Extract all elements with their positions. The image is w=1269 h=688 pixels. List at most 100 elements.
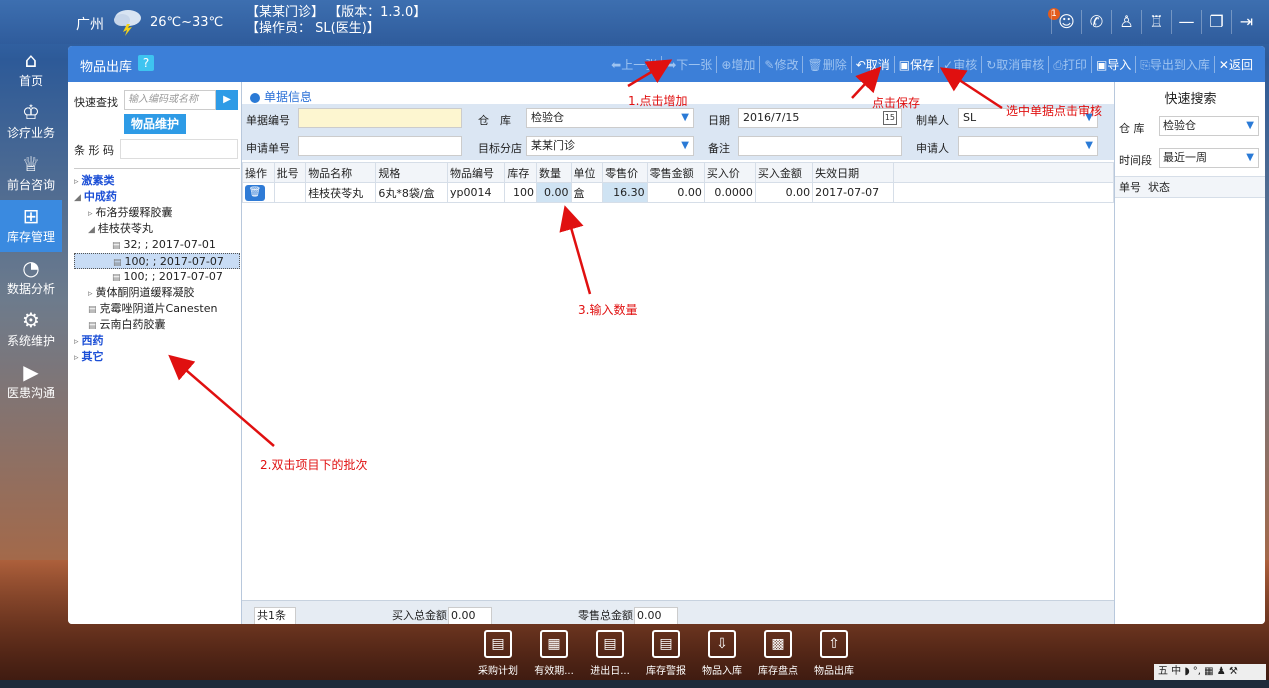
tree-node[interactable]: ▤ 100; ; 2017-07-07 [74, 253, 240, 269]
table-row[interactable]: 🗑 桂枝茯苓丸 6丸*8袋/盒 yp0014 100 0.00 盒 16.30 … [242, 182, 1114, 203]
toolbar: ⬅上一张 ➡下一张 ⊕增加 ✎修改 🗑删除 ↶取消 ▣保存 ✓审核 ↻取消审核 … [607, 56, 1257, 73]
nav-analysis[interactable]: ◔ 数据分析 [0, 252, 62, 304]
tree-node-label: 西药 [81, 334, 104, 347]
quick-search-input[interactable]: 输入编码或名称 [124, 90, 216, 110]
rp-list-header: 单号 状态 [1115, 176, 1265, 198]
help-icon[interactable]: ? [138, 55, 154, 71]
warehouse-select[interactable]: 检验仓 ▼ [526, 108, 694, 128]
edit-button[interactable]: ✎修改 [760, 56, 804, 73]
tree-node[interactable]: ▤ 克霉唑阴道片Canesten [74, 301, 240, 317]
message-icon[interactable]: ☺ [1051, 10, 1081, 34]
skin-icon[interactable]: ♖ [1141, 10, 1171, 34]
next-button[interactable]: ➡下一张 [662, 56, 718, 73]
target-branch-select[interactable]: 某某门诊 ▼ [526, 136, 694, 156]
tree-node[interactable]: ▤ 32; ; 2017-07-01 [74, 237, 240, 253]
minimize-icon[interactable]: — [1171, 10, 1201, 34]
batch-cell[interactable] [273, 182, 307, 203]
dock-item[interactable]: ▩ 库存盘点 [750, 628, 806, 680]
tree-node[interactable]: ▹ 布洛芬缓释胶囊 [74, 205, 240, 221]
operator-line: 【操作员： SL(医生)】 [246, 21, 380, 36]
home-icon: ⌂ [24, 48, 38, 72]
tree-node[interactable]: ◢ 中成药 [74, 189, 240, 205]
prev-button[interactable]: ⬅上一张 [607, 56, 663, 73]
doc-no-label: 单据编号 [246, 114, 290, 127]
print-button[interactable]: ⎙打印 [1049, 56, 1092, 73]
dock-item[interactable]: ▦ 有效期... [526, 628, 582, 680]
trash-icon[interactable]: 🗑 [245, 184, 265, 201]
annotation-double-click-batch: 2.双击项目下的批次 [260, 458, 368, 472]
dock-item-label: 有效期... [534, 666, 574, 677]
expander-icon: ▹ [88, 289, 93, 299]
tree-node[interactable]: ▹ 其它 [74, 349, 240, 365]
search-go-button[interactable]: ▶ [216, 90, 238, 110]
dock-item[interactable]: ⇩ 物品入库 [694, 628, 750, 680]
back-button[interactable]: ✕返回 [1215, 56, 1257, 73]
clinic-version-line: 【某某门诊】 【版本：1.3.0】 [246, 5, 427, 20]
tree-node[interactable]: ◢ 桂枝茯苓丸 [74, 221, 240, 237]
cancel-button[interactable]: ↶取消 [852, 56, 895, 73]
temperature-label: 26℃~33℃ [150, 15, 224, 30]
delete-button[interactable]: 🗑删除 [803, 56, 852, 73]
rp-col-no: 单号 [1119, 181, 1141, 194]
row-op-cell: 🗑 [242, 182, 275, 203]
tree-node[interactable]: ▤ 100; ; 2017-07-07 [74, 269, 240, 285]
buy-cell[interactable]: 0.0000 [703, 182, 756, 203]
tree-node-label: 桂枝茯苓丸 [97, 222, 153, 235]
dock-item[interactable]: ▤ 进出日... [582, 628, 638, 680]
dock-item[interactable]: ▤ 库存警报 [638, 628, 694, 680]
calendar-icon[interactable]: 15 [882, 111, 897, 125]
barcode-input[interactable] [120, 139, 238, 159]
annotation-click-save: 点击保存 [872, 96, 921, 110]
item-maintenance-button[interactable]: 物品维护 [124, 114, 186, 134]
applicant-select[interactable]: ▼ [958, 136, 1098, 156]
qty-cell[interactable]: 0.00 [535, 182, 572, 203]
rp-period-select[interactable]: 最近一周 ▼ [1159, 148, 1259, 168]
buy-total-value: 0.00 [448, 607, 492, 624]
nav-reception[interactable]: ♕ 前台咨询 [0, 148, 62, 200]
tree-node[interactable]: ▹ 西药 [74, 333, 240, 349]
col-qty: 数量 [535, 162, 572, 183]
nav-home[interactable]: ⌂ 首页 [0, 44, 62, 96]
maker-label: 制单人 [916, 114, 949, 127]
save-button[interactable]: ▣保存 [895, 56, 940, 73]
annotation-click-add: 1.点击增加 [628, 94, 688, 108]
rp-warehouse-select[interactable]: 检验仓 ▼ [1159, 116, 1259, 136]
tree-node[interactable]: ▤ 云南白药胶囊 [74, 317, 240, 333]
dock-app-icon: ▤ [484, 630, 512, 658]
user-icon[interactable]: ♙ [1111, 10, 1141, 34]
retail-cell[interactable]: 16.30 [602, 182, 648, 203]
restore-icon[interactable]: ❐ [1201, 10, 1231, 34]
dock-item-label: 库存警报 [646, 666, 686, 677]
document-icon: ▤ [112, 273, 121, 283]
col-retail: 零售价 [602, 162, 648, 183]
nav-treatment[interactable]: ♔ 诊疗业务 [0, 96, 62, 148]
nav-communication[interactable]: ▶ 医患沟通 [0, 356, 62, 408]
nav-inventory[interactable]: ⊞ 库存管理 [0, 200, 62, 252]
col-operation: 操作 [242, 162, 275, 183]
col-code: 物品编号 [447, 162, 506, 183]
exit-icon[interactable]: ⇥ [1231, 10, 1261, 34]
col-unit: 单位 [570, 162, 604, 183]
export-button[interactable]: ⎘导出到入库 [1136, 56, 1215, 73]
unaudit-button[interactable]: ↻取消审核 [982, 56, 1050, 73]
apply-no-label: 申请单号 [246, 142, 290, 155]
audit-button[interactable]: ✓审核 [939, 56, 983, 73]
tree-node[interactable]: ▹ 黄体酮阴道缓释凝胶 [74, 285, 240, 301]
date-label: 日期 [708, 114, 730, 127]
nav-system[interactable]: ⚙ 系统维护 [0, 304, 62, 356]
add-button[interactable]: ⊕增加 [717, 56, 761, 73]
tree-node[interactable]: ▹ 激素类 [74, 173, 240, 189]
dock-item-label: 物品入库 [702, 666, 742, 677]
date-field[interactable]: 2016/7/15 15 [738, 108, 902, 128]
chevron-down-icon: ▼ [1246, 152, 1254, 163]
remark-field[interactable] [738, 136, 902, 156]
import-button[interactable]: ▣导入 [1092, 56, 1137, 73]
doc-no-field[interactable] [298, 108, 462, 128]
barcode-label: 条 形 码 [74, 144, 114, 157]
dock-item[interactable]: ▤ 采购计划 [470, 628, 526, 680]
apply-no-field[interactable] [298, 136, 462, 156]
dock-item[interactable]: ⇧ 物品出库 [806, 628, 862, 680]
expander-icon: ▹ [74, 337, 79, 347]
rp-period-label: 时间段 [1119, 154, 1152, 167]
phone-icon[interactable]: ✆ [1081, 10, 1111, 34]
